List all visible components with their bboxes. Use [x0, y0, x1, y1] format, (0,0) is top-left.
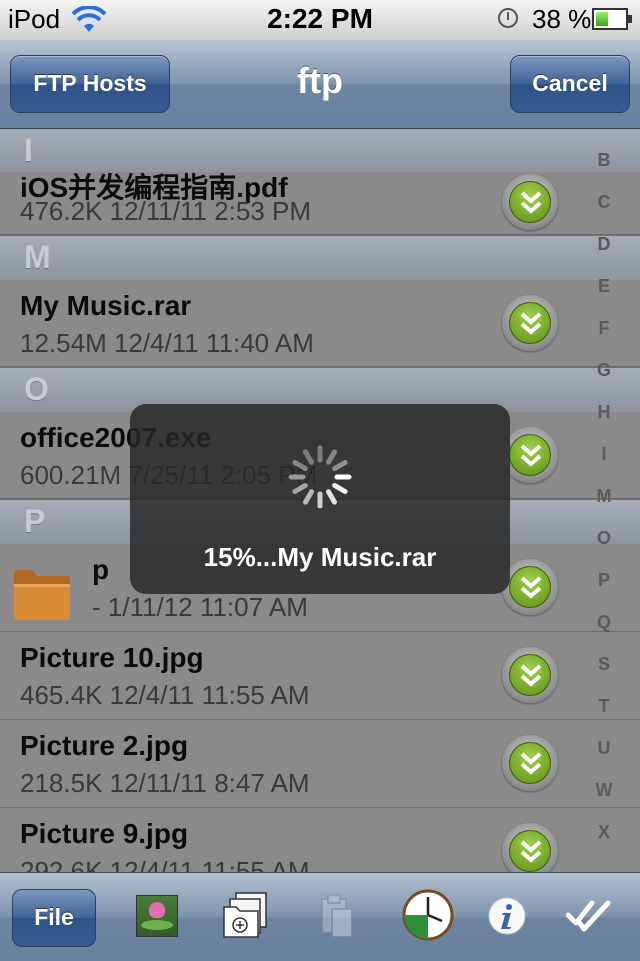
- file-meta: 476.2K 12/11/11 2:53 PM: [20, 196, 312, 226]
- list-item[interactable]: My Music.rar 12.54M 12/4/11 11:40 AM: [0, 280, 640, 367]
- index-letter[interactable]: U: [588, 738, 620, 780]
- section-index-bar[interactable]: B C D E F G H I M O P Q S T U W X: [588, 150, 620, 864]
- file-button[interactable]: File: [12, 889, 96, 947]
- download-button[interactable]: [502, 427, 558, 483]
- activity-spinner-icon: [288, 445, 352, 509]
- photo-icon[interactable]: [136, 895, 178, 937]
- clock-icon[interactable]: [402, 887, 454, 943]
- progress-message: 15%...My Music.rar: [203, 542, 437, 572]
- file-meta: 12.54M 12/4/11 11:40 AM: [20, 328, 314, 358]
- index-letter[interactable]: E: [588, 276, 620, 318]
- clock-icon: [498, 8, 518, 28]
- index-letter[interactable]: M: [588, 486, 620, 528]
- battery-icon: [592, 8, 632, 30]
- index-letter[interactable]: B: [588, 150, 620, 192]
- folder-name: p: [92, 554, 110, 585]
- download-button[interactable]: [502, 647, 558, 703]
- index-letter[interactable]: T: [588, 696, 620, 738]
- download-button[interactable]: [502, 174, 558, 230]
- index-letter[interactable]: P: [588, 570, 620, 612]
- checkmark-icon[interactable]: [566, 897, 612, 935]
- download-button[interactable]: [502, 295, 558, 351]
- list-item[interactable]: Picture 10.jpg 465.4K 12/4/11 11:55 AM: [0, 632, 640, 720]
- bottom-toolbar: File: [0, 872, 640, 961]
- download-button[interactable]: [502, 559, 558, 615]
- info-icon[interactable]: [488, 897, 526, 935]
- index-letter[interactable]: F: [588, 318, 620, 360]
- chevron-down-icon: [520, 752, 542, 775]
- cancel-button[interactable]: Cancel: [510, 55, 630, 113]
- index-letter[interactable]: W: [588, 780, 620, 822]
- file-name: Picture 10.jpg: [20, 642, 204, 673]
- file-meta: 292.6K 12/4/11 11:55 AM: [20, 856, 310, 872]
- file-meta: - 1/11/12 11:07 AM: [92, 592, 308, 622]
- chevron-down-icon: [520, 312, 542, 335]
- file-name: Picture 2.jpg: [20, 730, 189, 761]
- chevron-down-icon: [520, 444, 542, 467]
- folder-icon: [14, 570, 70, 620]
- download-button[interactable]: [502, 823, 558, 872]
- index-letter[interactable]: I: [588, 444, 620, 486]
- list-item[interactable]: Picture 2.jpg 218.5K 12/11/11 8:47 AM: [0, 720, 640, 808]
- index-letter[interactable]: O: [588, 528, 620, 570]
- index-letter[interactable]: S: [588, 654, 620, 696]
- chevron-down-icon: [520, 191, 542, 214]
- file-name: My Music.rar: [20, 290, 192, 321]
- new-folder-icon[interactable]: [222, 891, 270, 941]
- paste-icon[interactable]: [318, 891, 356, 941]
- index-letter[interactable]: X: [588, 822, 620, 864]
- chevron-down-icon: [520, 576, 542, 599]
- list-item[interactable]: Picture 9.jpg 292.6K 12/4/11 11:55 AM: [0, 808, 640, 872]
- chevron-down-icon: [520, 664, 542, 687]
- chevron-down-icon: [520, 840, 542, 863]
- index-letter[interactable]: G: [588, 360, 620, 402]
- battery-percent: 38 %: [532, 4, 592, 34]
- list-item[interactable]: iOS并发编程指南.pdf 476.2K 12/11/11 2:53 PM: [0, 172, 640, 235]
- status-bar: iPod 2:22 PM 38 %: [0, 0, 640, 41]
- navigation-bar: FTP Hosts ftp Cancel: [0, 40, 640, 129]
- index-letter[interactable]: Q: [588, 612, 620, 654]
- download-progress-hud: 15%...My Music.rar: [130, 404, 510, 594]
- index-letter[interactable]: D: [588, 234, 620, 276]
- file-meta: 218.5K 12/11/11 8:47 AM: [20, 768, 310, 798]
- index-letter[interactable]: H: [588, 402, 620, 444]
- download-button[interactable]: [502, 735, 558, 791]
- section-header-m: M: [0, 235, 640, 281]
- index-letter[interactable]: C: [588, 192, 620, 234]
- file-name: Picture 9.jpg: [20, 818, 189, 849]
- file-meta: 465.4K 12/4/11 11:55 AM: [20, 680, 310, 710]
